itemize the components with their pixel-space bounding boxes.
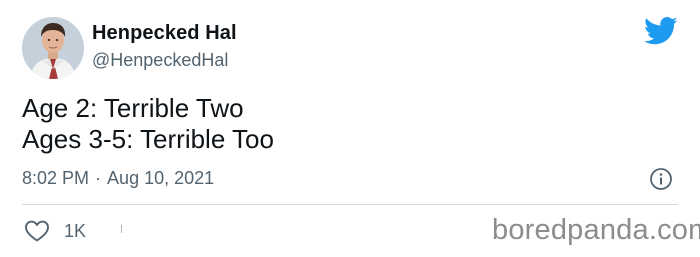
tweet-line: Ages 3-5: Terrible Too [22,124,274,154]
tweet-text: Age 2: Terrible Two Ages 3-5: Terrible T… [22,93,662,155]
divider [22,204,678,205]
like-count: 1K [64,220,87,241]
tweet-time: 8:02 PM [22,168,90,188]
like-button[interactable]: 1K [24,218,86,244]
divider-tick [121,225,122,233]
timestamp[interactable]: 8:02 PM · Aug 10, 2021 [22,168,214,189]
avatar-image [22,17,84,79]
timestamp-separator: · [95,168,102,188]
info-icon[interactable] [649,167,673,191]
tweet-date: Aug 10, 2021 [107,168,215,188]
tweet-card: Henpecked Hal @HenpeckedHal Age 2: Terri… [0,0,700,257]
avatar[interactable] [22,17,84,79]
heart-outline-icon [24,219,50,243]
display-name[interactable]: Henpecked Hal [92,22,237,45]
user-handle[interactable]: @HenpeckedHal [92,50,228,71]
tweet-line: Age 2: Terrible Two [22,93,244,123]
watermark: boredpanda.com [492,214,700,246]
twitter-bird-icon[interactable] [644,16,678,46]
